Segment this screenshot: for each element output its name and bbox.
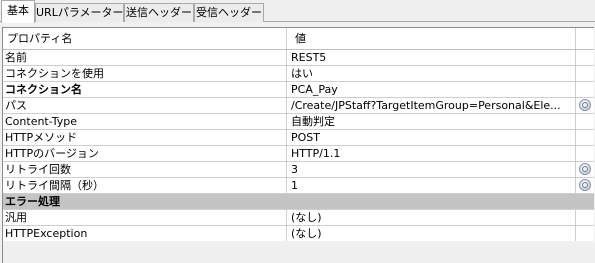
tab-url-parameters[interactable]: URLパラメーター bbox=[35, 3, 124, 22]
property-row-retry-interval[interactable]: リトライ間隔（秒） 1 bbox=[3, 178, 594, 194]
property-row-use-connection[interactable]: コネクションを使用 はい bbox=[3, 66, 594, 82]
property-row-retry-count[interactable]: リトライ回数 3 bbox=[3, 162, 594, 178]
property-row-general[interactable]: 汎用 (なし) bbox=[3, 210, 594, 226]
tab-bar: 基本 URLパラメーター 送信ヘッダー 受信ヘッダー bbox=[0, 0, 595, 23]
property-value[interactable]: PCA_Pay bbox=[287, 82, 576, 97]
property-label: リトライ間隔（秒） bbox=[3, 178, 287, 193]
tab-request-headers[interactable]: 送信ヘッダー bbox=[124, 3, 194, 22]
property-value[interactable]: 3 bbox=[287, 162, 576, 177]
property-value[interactable]: 自動判定 bbox=[287, 114, 576, 129]
edit-retry-count-icon[interactable] bbox=[579, 163, 591, 175]
button-cell bbox=[576, 226, 594, 241]
edit-path-icon[interactable] bbox=[579, 99, 591, 111]
property-label: リトライ回数 bbox=[3, 162, 287, 177]
property-label: Content-Type bbox=[3, 114, 287, 129]
property-value[interactable]: 1 bbox=[287, 178, 576, 193]
property-label: 汎用 bbox=[3, 210, 287, 225]
button-cell bbox=[576, 178, 594, 193]
button-cell bbox=[576, 82, 594, 97]
property-row-connection-name[interactable]: コネクション名 PCA_Pay bbox=[3, 82, 594, 98]
property-value[interactable]: (なし) bbox=[287, 226, 576, 241]
property-row-http-exception[interactable]: HTTPException (なし) bbox=[3, 226, 594, 242]
property-label: パス bbox=[3, 98, 287, 113]
button-cell bbox=[576, 210, 594, 225]
property-label: HTTPメソッド bbox=[3, 130, 287, 145]
button-cell bbox=[576, 130, 594, 145]
property-value[interactable]: (なし) bbox=[287, 210, 576, 225]
property-row-path[interactable]: パス /Create/JPStaff?TargetItemGroup=Perso… bbox=[3, 98, 594, 114]
grid-header: プロパティ名 値 bbox=[3, 28, 594, 50]
edit-retry-interval-icon[interactable] bbox=[579, 179, 591, 191]
button-cell bbox=[576, 114, 594, 129]
property-value[interactable]: REST5 bbox=[287, 50, 576, 65]
tab-basic[interactable]: 基本 bbox=[1, 0, 35, 23]
property-row-http-version[interactable]: HTTPのバージョン HTTP/1.1 bbox=[3, 146, 594, 162]
property-label: 名前 bbox=[3, 50, 287, 65]
property-label: HTTPのバージョン bbox=[3, 146, 287, 161]
property-row-name[interactable]: 名前 REST5 bbox=[3, 50, 594, 66]
header-value: 値 bbox=[287, 28, 576, 49]
section-label: エラー処理 bbox=[5, 195, 60, 208]
button-cell bbox=[576, 98, 594, 113]
property-row-content-type[interactable]: Content-Type 自動判定 bbox=[3, 114, 594, 130]
header-property-name: プロパティ名 bbox=[3, 28, 287, 49]
property-value[interactable]: HTTP/1.1 bbox=[287, 146, 576, 161]
property-value[interactable]: /Create/JPStaff?TargetItemGroup=Personal… bbox=[287, 98, 576, 113]
property-value[interactable]: はい bbox=[287, 66, 576, 81]
button-cell bbox=[576, 146, 594, 161]
property-value[interactable]: POST bbox=[287, 130, 576, 145]
button-cell bbox=[576, 162, 594, 177]
button-cell bbox=[576, 50, 594, 65]
property-label: コネクション名 bbox=[3, 82, 287, 97]
button-cell bbox=[576, 66, 594, 81]
property-label: コネクションを使用 bbox=[3, 66, 287, 81]
section-header-error-handling[interactable]: エラー処理 bbox=[3, 194, 594, 210]
tab-response-headers[interactable]: 受信ヘッダー bbox=[194, 3, 264, 22]
property-label: HTTPException bbox=[3, 226, 287, 241]
grid-empty-area bbox=[3, 241, 594, 263]
property-row-http-method[interactable]: HTTPメソッド POST bbox=[3, 130, 594, 146]
property-grid: プロパティ名 値 名前 REST5 コネクションを使用 はい コネクション名 P… bbox=[2, 27, 594, 263]
